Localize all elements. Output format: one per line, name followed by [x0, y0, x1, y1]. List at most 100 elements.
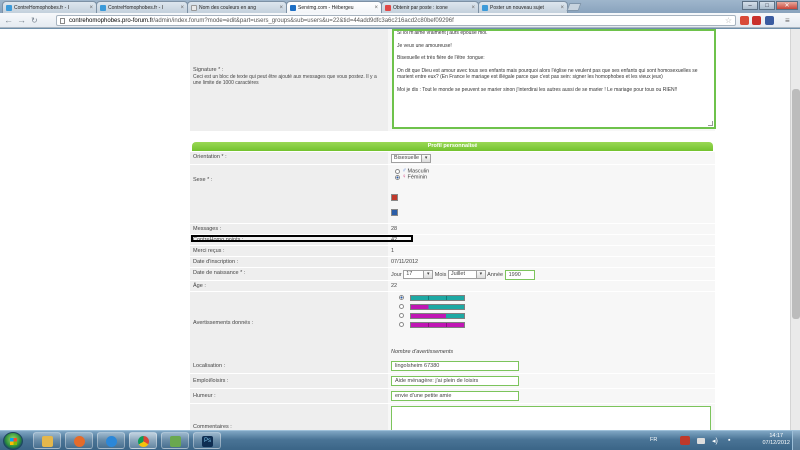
close-icon[interactable]: ×	[471, 5, 475, 11]
page-viewport: Signature * : Ceci est un bloc de texte …	[0, 29, 800, 430]
tray-icon[interactable]: ▪	[728, 437, 730, 444]
annee-label: Année	[487, 272, 504, 278]
taskbar-ie[interactable]	[97, 432, 125, 449]
radio-feminin[interactable]	[395, 174, 400, 180]
tab-obtenir-icone[interactable]: Obtenir par poste : icone ×	[381, 1, 479, 13]
start-button[interactable]	[3, 432, 23, 450]
mois-select[interactable]: Juillet ▾	[447, 270, 486, 280]
system-clock[interactable]: 14:17 07/12/2012	[762, 433, 790, 447]
close-icon[interactable]: ×	[180, 5, 184, 11]
warning-radio[interactable]	[399, 304, 404, 310]
close-icon[interactable]: ×	[89, 5, 93, 11]
naissance-value-cell: Jour 17 ▾ Mois Juillet ▾ Année 1990	[388, 268, 715, 280]
signature-line: On dit que Dieu est amour avec tous ses …	[397, 67, 698, 81]
warning-radio[interactable]	[399, 295, 404, 301]
age-row: Âge : 22	[190, 281, 715, 291]
delete-icon[interactable]	[391, 193, 398, 201]
taskbar-app[interactable]	[161, 432, 189, 449]
minimize-button[interactable]: –	[742, 1, 758, 10]
chevron-down-icon: ▾	[475, 271, 485, 279]
messages-row: Messages : 28	[190, 224, 715, 234]
warning-level-bar	[410, 321, 465, 328]
chevron-down-icon: ▾	[421, 155, 431, 162]
warning-radio[interactable]	[399, 313, 404, 319]
sexe-option-feminin[interactable]: ♀Féminin	[395, 174, 712, 181]
emploi-row: Emploi/loisirs : Aide ménagère: j'ai ple…	[190, 374, 715, 388]
warning-option-1[interactable]	[399, 303, 712, 312]
commentaires-textarea[interactable]	[391, 406, 711, 430]
action-center-flag-icon[interactable]	[680, 436, 690, 445]
taskbar-media-player[interactable]	[65, 432, 93, 449]
commentaires-value-cell	[388, 404, 715, 430]
orientation-select[interactable]: Bisexuelle ▾	[391, 154, 432, 163]
avertissements-caption-row: Nombre d'avertissements	[190, 349, 715, 357]
close-icon[interactable]: ×	[560, 5, 564, 11]
humeur-label: Humeur :	[190, 389, 388, 403]
tab-contrehomophobes-2[interactable]: ContreHomophobes.fr - İ ×	[96, 1, 188, 13]
warning-option-0[interactable]	[399, 294, 712, 303]
mois-label: Mois	[434, 272, 447, 278]
taskbar-chrome[interactable]	[129, 432, 157, 449]
extension-icon[interactable]	[765, 16, 774, 25]
merci-value: 1	[388, 246, 715, 256]
language-indicator[interactable]: FR	[650, 437, 657, 443]
humeur-input[interactable]: envie d'une petite amie	[391, 391, 519, 401]
commentaires-row: Commentaires :	[190, 404, 715, 430]
signature-textarea[interactable]: Si lol m'aime vraiment j'aurs épousé moi…	[392, 29, 716, 129]
window-controls: – □ ✕	[742, 1, 798, 10]
forward-arrow-icon[interactable]: →	[17, 15, 26, 26]
wrench-menu-icon[interactable]: ≡	[785, 15, 790, 26]
tab-title: Servimg.com - Hébergeu	[298, 4, 354, 11]
user-icon[interactable]	[391, 208, 398, 216]
window-close-button[interactable]: ✕	[776, 1, 798, 10]
male-symbol-icon: ♂	[402, 168, 407, 174]
warning-option-3[interactable]	[399, 321, 712, 330]
close-icon[interactable]: ×	[279, 5, 283, 11]
scrollbar-thumb[interactable]	[792, 89, 800, 319]
signature-line: Bisexuelle et très fière de l'être :tong…	[397, 55, 485, 61]
tab-servimg[interactable]: Servimg.com - Hébergeu ×	[286, 1, 382, 13]
url-path: /admin/index.forum?mode=edit&part=users_…	[153, 18, 454, 24]
network-icon[interactable]	[697, 438, 705, 444]
mois-selected: Juillet	[450, 271, 465, 278]
tab-poster-sujet[interactable]: Poster un nouveau sujet ×	[478, 1, 568, 13]
show-desktop-button[interactable]	[792, 431, 800, 450]
gmail-extension-icon[interactable]	[740, 16, 749, 25]
clock-time: 14:17	[769, 433, 784, 439]
resize-handle[interactable]	[708, 121, 713, 126]
taskbar-explorer[interactable]	[33, 432, 61, 449]
naissance-label: Date de naissance * :	[190, 268, 388, 280]
emploi-input[interactable]: Aide ménagère: j'ai plein de loisirs	[391, 376, 519, 386]
warning-radio[interactable]	[399, 322, 404, 328]
vertical-scrollbar[interactable]	[790, 29, 800, 430]
media-player-icon	[74, 436, 85, 447]
bookmark-star-icon[interactable]: ☆	[725, 16, 732, 25]
internet-explorer-icon	[106, 436, 117, 447]
extension-badge-icon[interactable]	[752, 16, 761, 25]
servimg-favicon-icon	[290, 4, 296, 11]
inscription-label: Date d'inscription :	[190, 257, 388, 267]
jour-select[interactable]: 17 ▾	[403, 270, 434, 280]
tab-contrehomophobes-1[interactable]: ContreHomophobes.fr - İ ×	[2, 1, 97, 13]
address-bar[interactable]: contrehomophobes.pro-forum.fr/admin/inde…	[56, 15, 736, 26]
admin-form-panel: Signature * : Ceci est un bloc de texte …	[190, 29, 716, 430]
back-arrow-icon[interactable]: ←	[4, 15, 13, 26]
age-label: Âge :	[190, 281, 388, 291]
annee-input[interactable]: 1990	[504, 270, 535, 280]
url-domain: contrehomophobes.pro-forum.fr	[69, 18, 154, 24]
localisation-input[interactable]: lingolsheim 67380	[391, 361, 519, 371]
close-icon[interactable]: ×	[374, 5, 378, 11]
tab-couleurs[interactable]: Nom des couleurs en ang ×	[187, 1, 287, 13]
signature-label: Signature * :	[193, 67, 224, 73]
new-tab-button[interactable]	[566, 3, 582, 11]
tab-title: Poster un nouveau sujet	[490, 4, 544, 11]
page-favicon-icon	[191, 4, 197, 11]
reload-icon[interactable]: ↻	[31, 15, 38, 26]
taskbar-photoshop[interactable]: Ps	[193, 432, 221, 449]
volume-icon[interactable]: ◂)	[712, 437, 718, 445]
section-header-profil: Profil personnalisé	[192, 142, 713, 151]
radio-masculin[interactable]	[395, 168, 400, 174]
maximize-button[interactable]: □	[759, 1, 775, 10]
warning-option-2[interactable]	[399, 312, 712, 321]
commentaires-label: Commentaires :	[190, 404, 388, 430]
